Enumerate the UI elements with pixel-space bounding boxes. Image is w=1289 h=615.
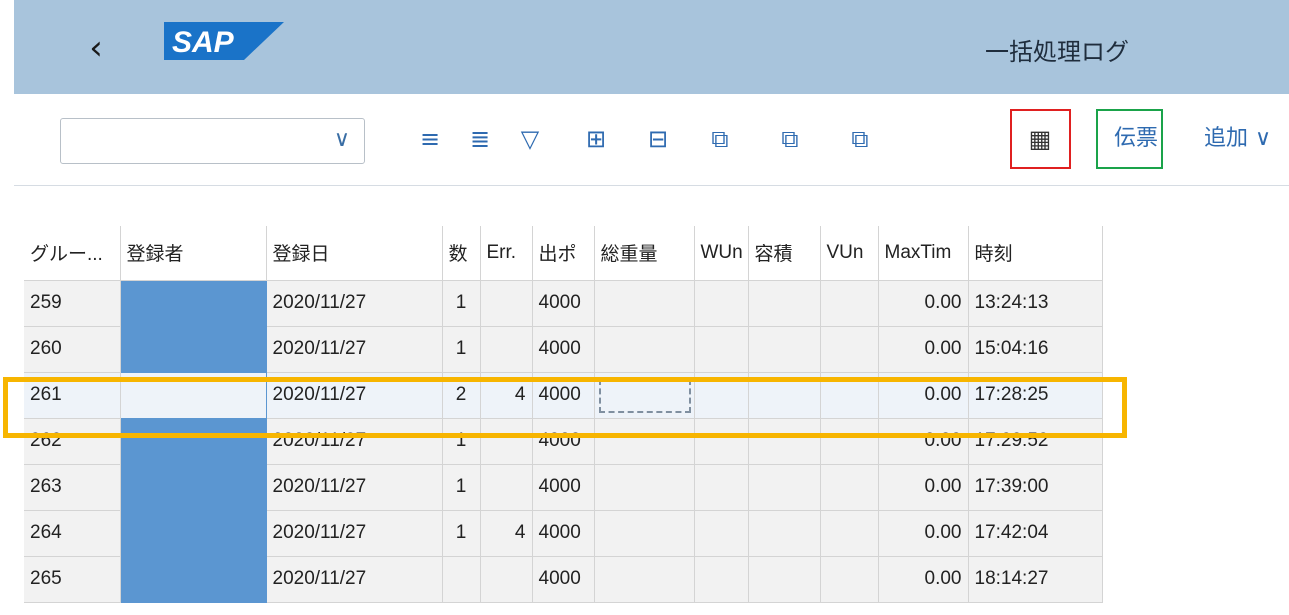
cell-count: 1 xyxy=(442,280,481,327)
table-header-row: グルー... 登録者 登録日 数 Err. 出ポ 総重量 WUn 容積 VUn … xyxy=(24,226,1103,281)
col-header[interactable]: 総重量 xyxy=(594,226,695,281)
col-header[interactable]: 登録者 xyxy=(120,226,267,281)
cell-vol xyxy=(748,280,821,327)
chevron-down-icon[interactable]: ∨ xyxy=(334,127,350,152)
row-highlight-box xyxy=(3,377,1127,438)
expand-icon[interactable]: ⊞ xyxy=(576,118,616,160)
cell-group: 263 xyxy=(24,464,121,511)
table-row[interactable]: 259 2020/11/27 1 4000 0.00 13:24:13 xyxy=(24,280,1103,327)
cell-weight xyxy=(594,510,695,557)
cell-group: 260 xyxy=(24,326,121,373)
cell-time: 18:14:27 xyxy=(968,556,1103,603)
col-header[interactable]: Err. xyxy=(480,226,533,281)
cell-err xyxy=(480,464,533,511)
col-header[interactable]: グルー... xyxy=(24,226,121,281)
copy-icon[interactable]: ⧉ xyxy=(840,118,880,160)
cell-user-redacted xyxy=(120,326,267,373)
cell-time: 17:42:04 xyxy=(968,510,1103,557)
cell-vun xyxy=(820,510,879,557)
cell-date: 2020/11/27 xyxy=(266,556,443,603)
col-header[interactable]: 出ポ xyxy=(532,226,595,281)
cell-vol xyxy=(748,556,821,603)
sort-descending-icon[interactable]: ≣ xyxy=(460,118,500,160)
cell-user-redacted xyxy=(120,510,267,557)
cell-vun xyxy=(820,464,879,511)
cell-group: 265 xyxy=(24,556,121,603)
batch-icon[interactable]: ▦ xyxy=(1020,118,1060,160)
cell-vol xyxy=(748,510,821,557)
cell-time: 15:04:16 xyxy=(968,326,1103,373)
variant-select[interactable]: ∨ xyxy=(60,118,365,164)
cell-maxtim: 0.00 xyxy=(878,464,969,511)
cell-count: 1 xyxy=(442,326,481,373)
cell-wun xyxy=(694,464,749,511)
table-row[interactable]: 265 2020/11/27 4000 0.00 18:14:27 xyxy=(24,556,1103,603)
cell-user-redacted xyxy=(120,556,267,603)
cell-maxtim: 0.00 xyxy=(878,326,969,373)
cell-maxtim: 0.00 xyxy=(878,556,969,603)
cell-wun xyxy=(694,556,749,603)
cell-user-redacted xyxy=(120,280,267,327)
cell-maxtim: 0.00 xyxy=(878,510,969,557)
collapse-icon[interactable]: ⊟ xyxy=(638,118,678,160)
cell-out: 4000 xyxy=(532,280,595,327)
cell-wun xyxy=(694,280,749,327)
sap-logo: SAP xyxy=(164,22,284,60)
cell-err xyxy=(480,556,533,603)
cell-time: 17:39:00 xyxy=(968,464,1103,511)
col-header[interactable]: WUn xyxy=(694,226,749,281)
separator xyxy=(14,186,1289,226)
cell-out: 4000 xyxy=(532,556,595,603)
copy-icon[interactable]: ⧉ xyxy=(770,118,810,160)
cell-out: 4000 xyxy=(532,464,595,511)
cell-date: 2020/11/27 xyxy=(266,326,443,373)
cell-out: 4000 xyxy=(532,326,595,373)
toolbar: ∨ ≡ ≣ ▽ ⊞ ⊟ ⧉ ⧉ ⧉ ▦ 伝票 追加 ∨ xyxy=(14,94,1289,186)
cell-count xyxy=(442,556,481,603)
cell-group: 259 xyxy=(24,280,121,327)
cell-date: 2020/11/27 xyxy=(266,464,443,511)
col-header[interactable]: MaxTim xyxy=(878,226,969,281)
cell-vun xyxy=(820,326,879,373)
table-row[interactable]: 260 2020/11/27 1 4000 0.00 15:04:16 xyxy=(24,326,1103,373)
cell-vun xyxy=(820,280,879,327)
table-row[interactable]: 264 2020/11/27 1 4 4000 0.00 17:42:04 xyxy=(24,510,1103,557)
cell-weight xyxy=(594,280,695,327)
cell-err xyxy=(480,326,533,373)
cell-time: 13:24:13 xyxy=(968,280,1103,327)
col-header[interactable]: VUn xyxy=(820,226,879,281)
cell-vol xyxy=(748,464,821,511)
cell-count: 1 xyxy=(442,464,481,511)
add-menu-button[interactable]: 追加 ∨ xyxy=(1204,118,1271,160)
cell-out: 4000 xyxy=(532,510,595,557)
cell-vun xyxy=(820,556,879,603)
cell-vol xyxy=(748,326,821,373)
app-header: ‹ SAP 一括処理ログ xyxy=(14,0,1289,94)
cell-date: 2020/11/27 xyxy=(266,510,443,557)
cell-user-redacted xyxy=(120,464,267,511)
page-title: 一括処理ログ xyxy=(985,38,1129,66)
sort-ascending-icon[interactable]: ≡ xyxy=(410,118,450,160)
cell-weight xyxy=(594,464,695,511)
cell-wun xyxy=(694,326,749,373)
svg-text:SAP: SAP xyxy=(172,26,235,59)
col-header[interactable]: 登録日 xyxy=(266,226,443,281)
col-header[interactable]: 数 xyxy=(442,226,481,281)
cell-wun xyxy=(694,510,749,557)
document-button[interactable]: 伝票 xyxy=(1114,118,1158,160)
cell-err xyxy=(480,280,533,327)
cell-maxtim: 0.00 xyxy=(878,280,969,327)
cell-count: 1 xyxy=(442,510,481,557)
table-row[interactable]: 263 2020/11/27 1 4000 0.00 17:39:00 xyxy=(24,464,1103,511)
col-header[interactable]: 容積 xyxy=(748,226,821,281)
back-button[interactable]: ‹ xyxy=(76,28,116,68)
filter-icon[interactable]: ▽ xyxy=(510,118,550,160)
cell-weight xyxy=(594,556,695,603)
cell-date: 2020/11/27 xyxy=(266,280,443,327)
col-header[interactable]: 時刻 xyxy=(968,226,1103,281)
cell-weight xyxy=(594,326,695,373)
cell-group: 264 xyxy=(24,510,121,557)
copy-icon[interactable]: ⧉ xyxy=(700,118,740,160)
cell-err: 4 xyxy=(480,510,533,557)
